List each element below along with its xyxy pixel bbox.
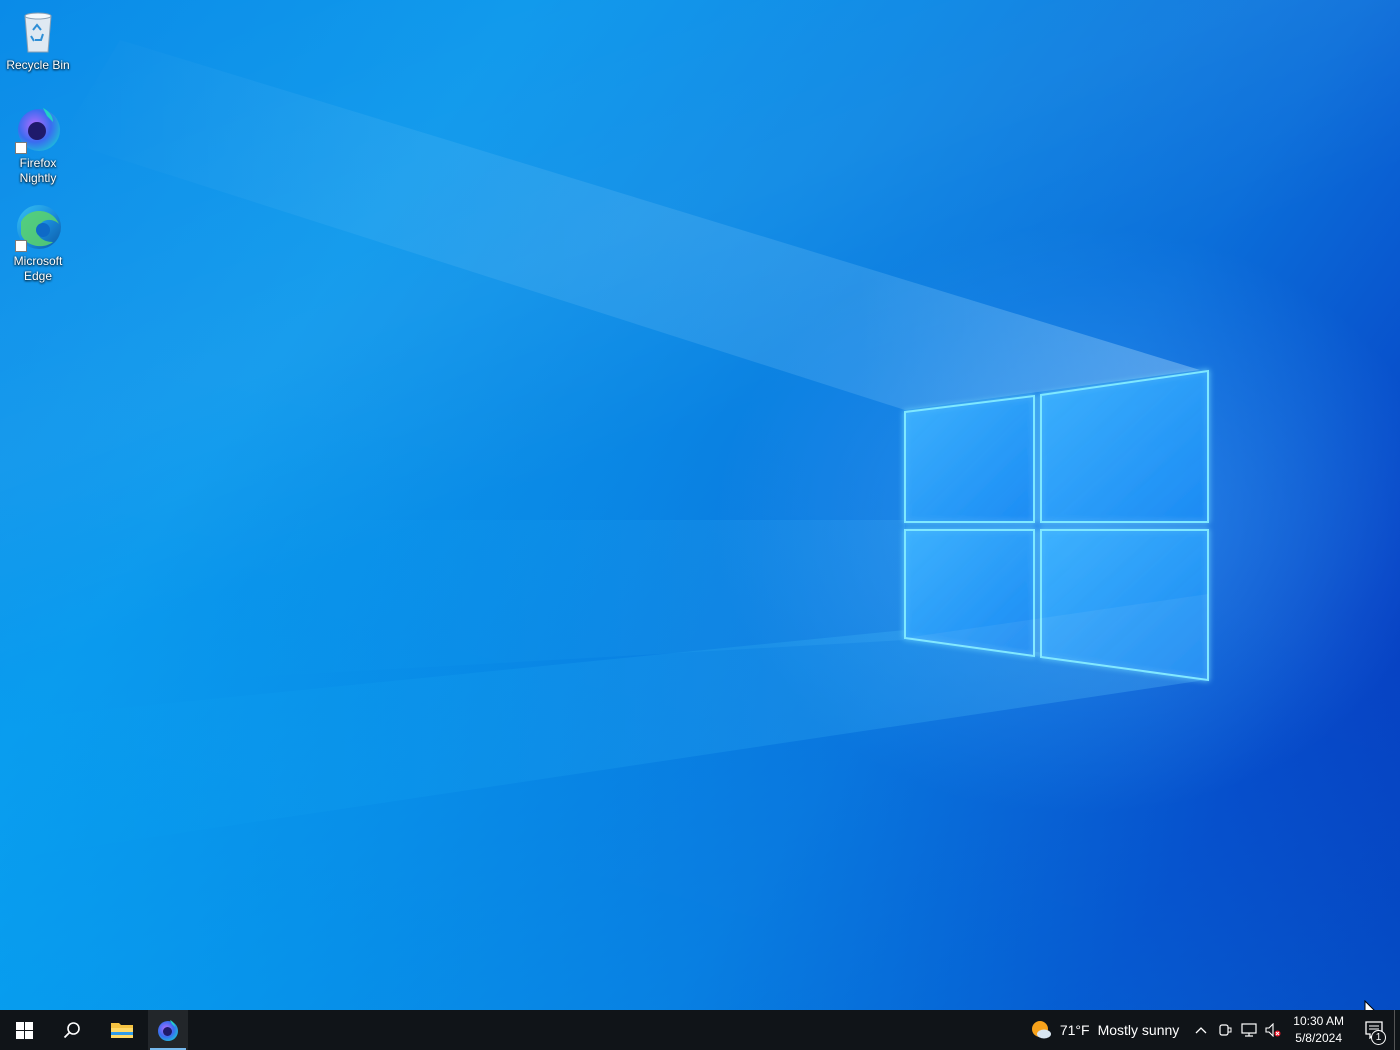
windows-start-icon	[15, 1021, 33, 1039]
wallpaper-windows-logo	[904, 369, 1209, 682]
recycle-bin-icon	[13, 6, 63, 56]
meet-now-icon	[1219, 1024, 1232, 1036]
search-button[interactable]	[48, 1010, 96, 1050]
network-icon	[1241, 1023, 1257, 1037]
clock[interactable]: 10:30 AM 5/8/2024	[1285, 1010, 1354, 1050]
taskbar-file-explorer-button[interactable]	[98, 1010, 146, 1050]
desktop-icon-label: Firefox Nightly	[19, 156, 57, 185]
firefox-nightly-icon	[158, 1020, 178, 1041]
search-icon	[63, 1022, 80, 1039]
meet-now-button[interactable]	[1213, 1010, 1237, 1050]
partly-sunny-icon	[1031, 1021, 1051, 1039]
notification-count-badge: 1	[1371, 1030, 1386, 1045]
clock-date: 5/8/2024	[1295, 1031, 1342, 1045]
desktop[interactable]: Recycle Bin Firefox Nightly Microsoft Ed…	[0, 0, 1400, 1010]
chevron-up-icon	[1195, 1027, 1207, 1034]
volume-button[interactable]	[1261, 1010, 1285, 1050]
weather-widget[interactable]: 71°F Mostly sunny	[1022, 1010, 1189, 1050]
volume-muted-icon	[1265, 1023, 1281, 1037]
folder-icon	[111, 1023, 133, 1038]
action-center-button[interactable]: 1	[1354, 1010, 1394, 1050]
taskbar-firefox-nightly-button[interactable]	[148, 1010, 188, 1050]
weather-temperature: 71°F	[1059, 1022, 1090, 1038]
desktop-icon-recycle-bin[interactable]: Recycle Bin	[2, 6, 74, 73]
system-tray: 71°F Mostly sunny 10:30 AM 5/8/2024 1	[1022, 1010, 1400, 1050]
start-button[interactable]	[0, 1010, 48, 1050]
network-button[interactable]	[1237, 1010, 1261, 1050]
mouse-cursor-icon	[1364, 1000, 1375, 1010]
desktop-icon-microsoft-edge[interactable]: Microsoft Edge	[2, 202, 74, 284]
shortcut-arrow-icon	[15, 142, 27, 154]
show-desktop-button[interactable]	[1394, 1010, 1400, 1050]
edge-icon	[13, 202, 63, 252]
taskbar: 71°F Mostly sunny 10:30 AM 5/8/2024 1	[0, 1010, 1400, 1050]
show-hidden-icons-button[interactable]	[1189, 1010, 1213, 1050]
weather-condition: Mostly sunny	[1097, 1022, 1180, 1038]
desktop-icon-firefox-nightly[interactable]: Firefox Nightly	[2, 104, 74, 186]
desktop-icon-label: Microsoft Edge	[13, 254, 63, 283]
desktop-icon-label: Recycle Bin	[6, 58, 70, 72]
shortcut-arrow-icon	[15, 240, 27, 252]
firefox-nightly-icon	[13, 104, 63, 154]
clock-time: 10:30 AM	[1293, 1014, 1344, 1028]
